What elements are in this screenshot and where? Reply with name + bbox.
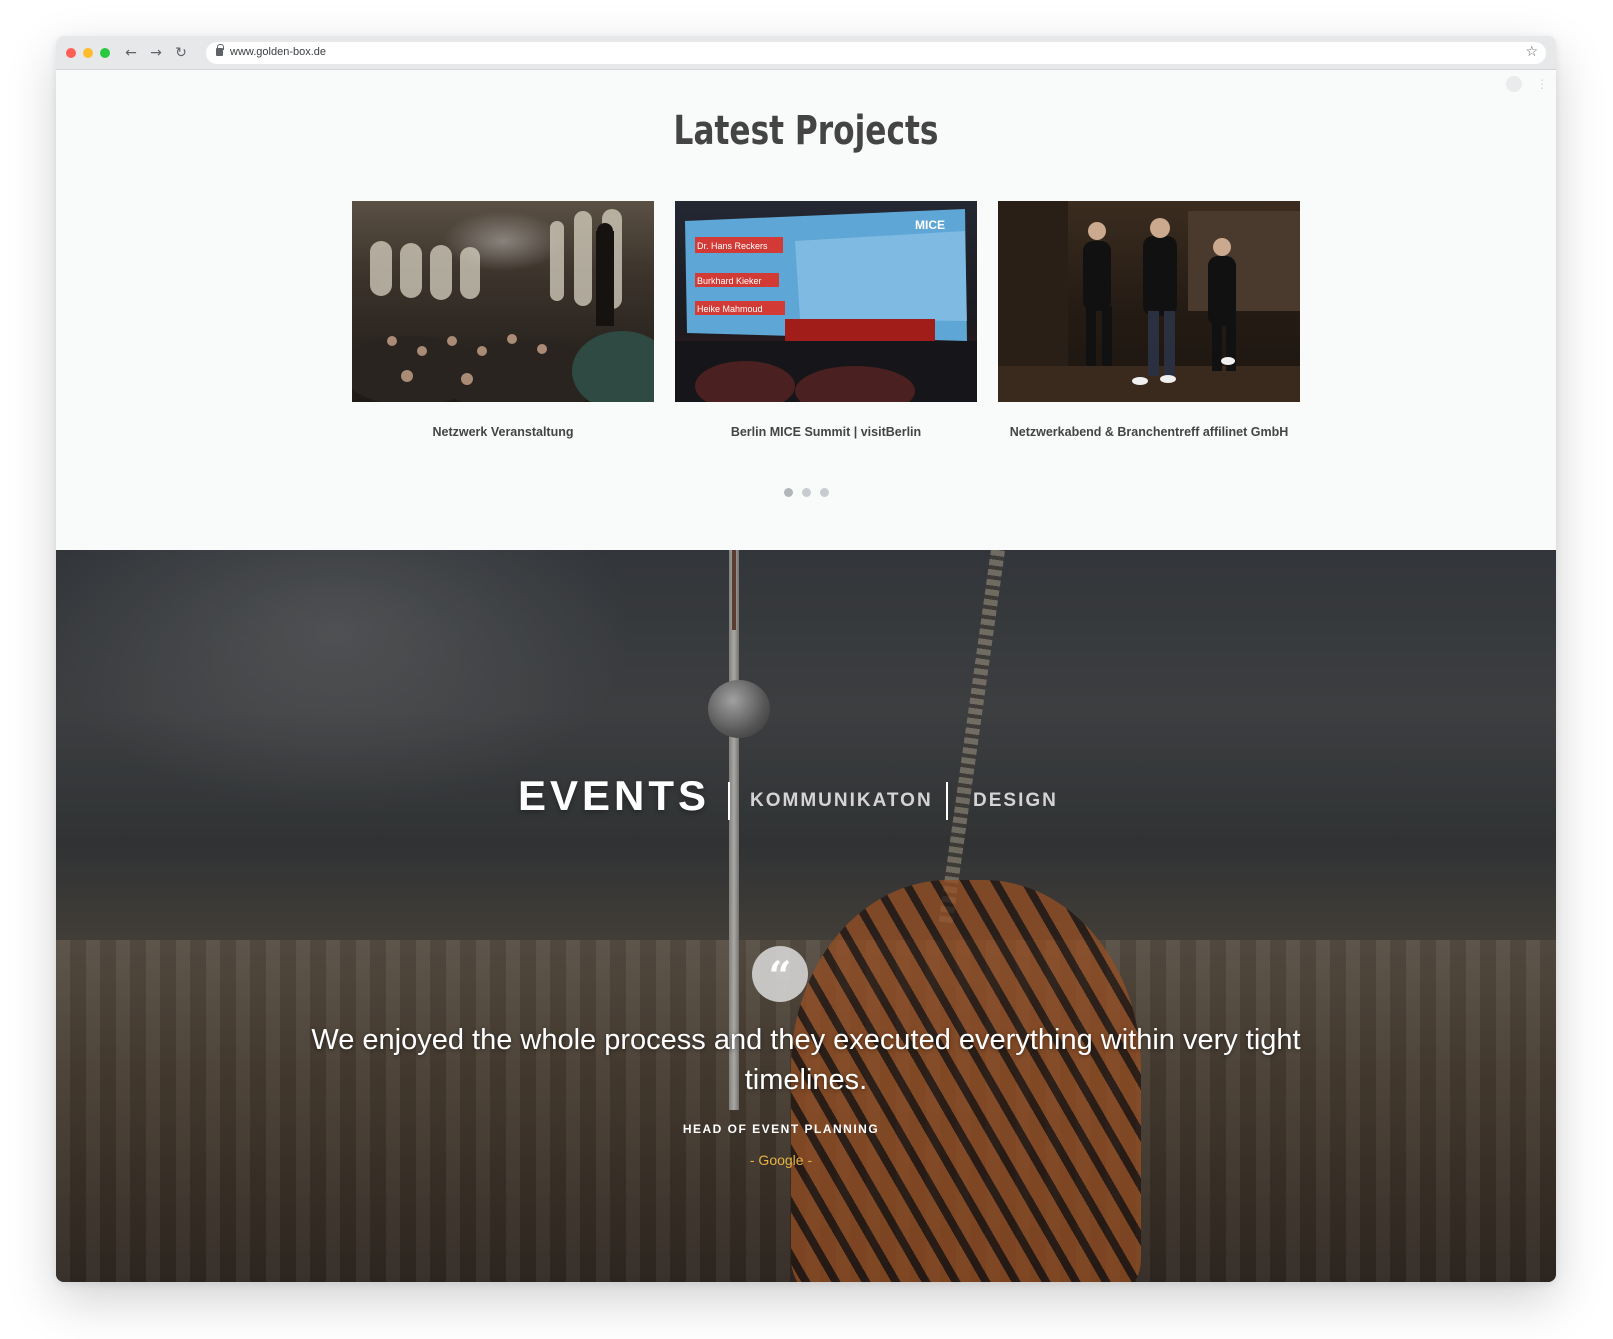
tag-divider xyxy=(728,782,730,820)
lock-icon xyxy=(216,44,224,56)
quote-icon: “ xyxy=(752,946,808,1002)
more-menu-icon[interactable]: ⋮ xyxy=(1536,76,1548,92)
screen-name-2: Burkhard Kieker xyxy=(697,276,762,286)
arrow-right-icon[interactable]: → xyxy=(147,44,165,62)
project-card[interactable]: Netzwerk Veranstaltung xyxy=(352,201,654,439)
browser-toolbar: ← → ↻ www.golden-box.de ☆ xyxy=(56,36,1556,70)
testimonial-company: - Google - xyxy=(749,1152,813,1168)
maximize-window-button[interactable] xyxy=(100,48,110,58)
project-image[interactable] xyxy=(352,201,654,402)
screen-name-3: Heike Mahmoud xyxy=(697,304,763,314)
tag-design: DESIGN xyxy=(973,790,1058,811)
address-text[interactable]: www.golden-box.de xyxy=(230,46,326,58)
reload-icon[interactable]: ↻ xyxy=(172,44,190,62)
hero-section: EVENTS KOMMUNIKATON DESIGN “ We enjoyed … xyxy=(56,550,1556,1282)
minimize-window-button[interactable] xyxy=(83,48,93,58)
avatar[interactable] xyxy=(1506,76,1522,92)
tag-divider xyxy=(946,782,948,820)
pager-dot[interactable] xyxy=(801,488,811,497)
conference-stage-illustration: Dr. Hans Reckers Burkhard Kieker Heike M… xyxy=(675,209,977,402)
testimonial-role: HEAD OF EVENT PLANNING xyxy=(682,1122,880,1136)
window-controls xyxy=(66,48,110,58)
screen-logo: MICE xyxy=(915,218,945,232)
screen-name-1: Dr. Hans Reckers xyxy=(697,241,768,251)
project-card[interactable]: Netzwerkabend & Branchentreff affilinet … xyxy=(998,201,1300,439)
address-bar[interactable]: www.golden-box.de ☆ xyxy=(206,42,1546,64)
testimonial-quote: We enjoyed the whole process and they ex… xyxy=(311,1024,1301,1096)
dark-overlay xyxy=(56,550,1556,1282)
carousel-pager xyxy=(56,488,1556,497)
pager-dot[interactable] xyxy=(819,488,829,497)
project-card[interactable]: Dr. Hans Reckers Burkhard Kieker Heike M… xyxy=(675,201,977,439)
tag-events: EVENTS xyxy=(518,772,711,819)
arrow-left-icon[interactable]: ← xyxy=(122,44,140,62)
project-image[interactable] xyxy=(998,201,1300,402)
event-hall-illustration xyxy=(352,209,654,402)
project-caption[interactable]: Netzwerkabend & Branchentreff affilinet … xyxy=(958,425,1340,439)
quote-mark: “ xyxy=(768,953,792,1000)
browser-window: ← → ↻ www.golden-box.de ☆ ⋮ Latest Proje… xyxy=(56,36,1556,1282)
project-image[interactable]: Dr. Hans Reckers Burkhard Kieker Heike M… xyxy=(675,201,977,402)
star-icon[interactable]: ☆ xyxy=(1525,44,1538,60)
service-tagline: EVENTS KOMMUNIKATON DESIGN xyxy=(56,772,1556,822)
dance-performance-illustration xyxy=(998,201,1300,402)
pager-dot[interactable] xyxy=(783,488,793,497)
section-title: Latest Projects xyxy=(673,108,939,154)
close-window-button[interactable] xyxy=(66,48,76,58)
tag-kommunikation: KOMMUNIKATON xyxy=(750,790,933,811)
